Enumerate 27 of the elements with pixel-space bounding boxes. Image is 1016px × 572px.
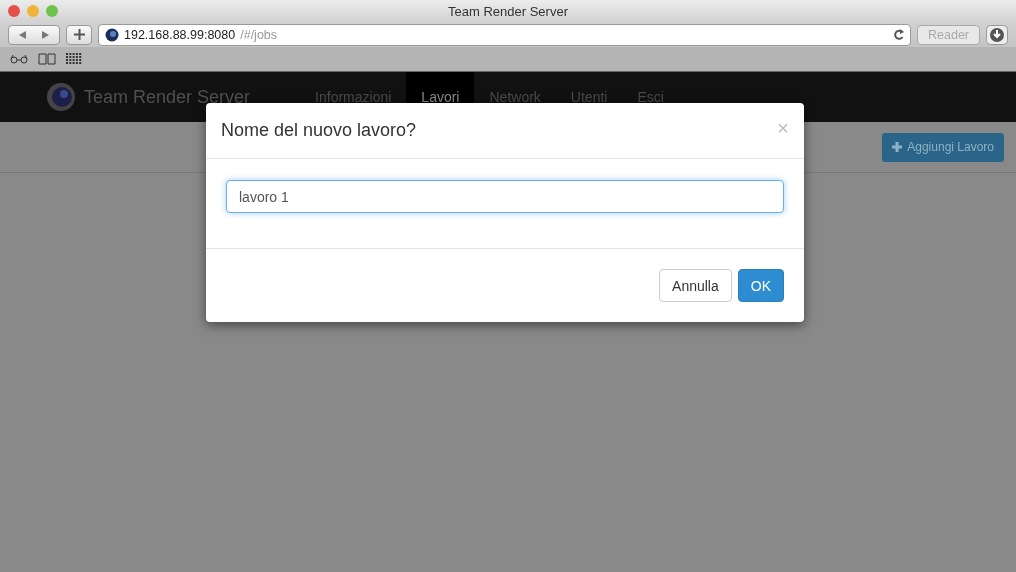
nav-tab[interactable]: Informazioni	[300, 72, 407, 122]
nav-tab[interactable]: Network	[474, 72, 556, 122]
plus-icon	[73, 29, 85, 40]
address-field[interactable]: 192.168.88.99:8080 /#/jobs	[98, 23, 911, 46]
close-button[interactable]: ×	[777, 117, 789, 144]
globe-icon	[105, 27, 119, 42]
cancel-button[interactable]: Annulla	[659, 269, 732, 302]
plus-icon	[892, 142, 903, 152]
logo-icon	[46, 82, 76, 112]
grid-icon[interactable]	[66, 53, 82, 65]
close-window-icon[interactable]	[8, 5, 20, 17]
reader-button[interactable]: Reader	[917, 24, 980, 45]
reload-icon[interactable]	[893, 28, 904, 41]
arrows-icon	[17, 29, 51, 40]
ok-button[interactable]: OK	[737, 269, 784, 302]
book-icon[interactable]	[38, 53, 56, 65]
dialog-title: Nome del nuovo lavoro?	[221, 120, 417, 141]
glasses-icon[interactable]	[10, 54, 28, 64]
download-icon[interactable]	[986, 24, 1008, 45]
nav-tab[interactable]: Utenti	[555, 72, 623, 122]
add-job-button[interactable]: Aggiungi Lavoro	[882, 132, 1004, 162]
window-title: Team Render Server	[448, 3, 568, 19]
brand-name: Team Render Server	[84, 86, 251, 108]
back-forward-button[interactable]	[8, 24, 60, 45]
new-tab-button[interactable]	[66, 24, 92, 45]
job-name-field[interactable]: lavoro 1	[226, 180, 784, 213]
nav-tab[interactable]: Esci	[622, 72, 679, 122]
